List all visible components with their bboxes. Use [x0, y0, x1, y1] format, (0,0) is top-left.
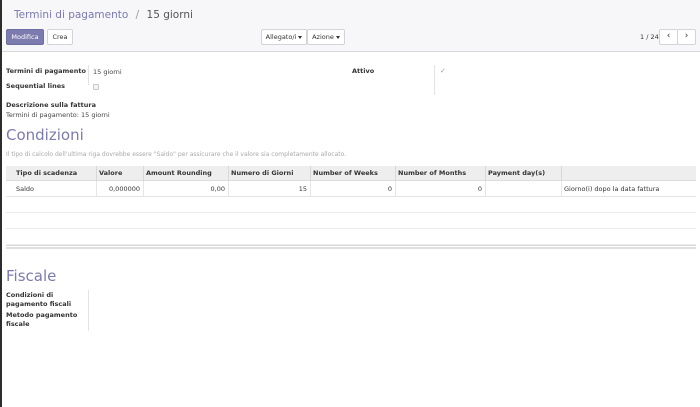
invoice-description-field[interactable]: Termini di pagamento: 15 giorni: [6, 111, 110, 119]
cell-payment-days: Giorno(i) dopo la data fattura: [564, 185, 660, 193]
column-divider: [561, 181, 562, 197]
active-checkbox[interactable]: ✓: [440, 68, 446, 75]
invoice-description-label: Descrizione sulla fattura: [6, 101, 96, 109]
sequential-lines-checkbox[interactable]: [93, 84, 99, 90]
sequential-lines-label: Sequential lines: [6, 82, 65, 90]
attachments-label: Allegato/i: [265, 33, 297, 41]
payment-term-name-label: Termini di pagamento: [6, 67, 86, 75]
column-divider: [561, 166, 562, 181]
column-divider: [143, 166, 144, 181]
field-divider: [434, 65, 435, 95]
column-header-months[interactable]: Number of Months: [398, 169, 466, 177]
action-dropdown[interactable]: Azione: [307, 29, 345, 45]
pager-value[interactable]: 1 / 24: [640, 33, 659, 41]
table-row[interactable]: Saldo 0,000000 0,00 15 0 0 Giorno(i) dop…: [6, 181, 696, 197]
payment-term-name-field[interactable]: 15 giorni: [93, 68, 122, 76]
fiscal-section-title: Fiscale: [6, 267, 57, 285]
column-divider: [96, 166, 97, 181]
breadcrumb: Termini di pagamento / 15 giorni: [14, 9, 193, 21]
fiscal-payment-method-label: Metodo pagamento fiscale: [6, 311, 78, 328]
edit-button[interactable]: Modifica: [6, 29, 44, 45]
cell-months: 0: [477, 185, 482, 193]
column-header-weeks[interactable]: Number of Weeks: [313, 169, 378, 177]
chevron-right-icon: ›: [684, 31, 689, 41]
empty-table-row: [6, 213, 696, 229]
column-divider: [395, 166, 396, 181]
cell-value: 0,000000: [108, 185, 140, 193]
cell-rounding: 0,00: [210, 185, 225, 193]
empty-table-row: [6, 197, 696, 213]
column-divider: [143, 181, 144, 197]
conditions-hint: Il tipo di calcolo dell'ultima riga dovr…: [6, 151, 347, 158]
breadcrumb-current: 15 giorni: [146, 9, 193, 21]
chevron-left-icon: ‹: [666, 31, 671, 41]
pager-previous-button[interactable]: ‹: [659, 29, 678, 45]
empty-table-row: [6, 229, 696, 245]
conditions-table: Tipo di scadenza Valore Amount Rounding …: [6, 166, 696, 249]
breadcrumb-parent-link[interactable]: Termini di pagamento: [14, 9, 128, 21]
column-divider: [485, 181, 486, 197]
chevron-down-icon: [335, 35, 340, 39]
action-label: Azione: [312, 33, 334, 41]
cell-days: 15: [298, 185, 307, 193]
chevron-down-icon: [298, 35, 303, 39]
create-button[interactable]: Crea: [47, 29, 73, 45]
fiscal-payment-terms-label: Condizioni di pagamento fiscali: [6, 291, 72, 308]
column-header-days[interactable]: Numero di Giorni: [231, 169, 293, 177]
column-divider: [228, 166, 229, 181]
cell-weeks: 0: [387, 185, 392, 193]
control-panel: Termini di pagamento / 15 giorni Modific…: [2, 0, 700, 52]
cell-type: Saldo: [16, 185, 35, 193]
column-header-rounding[interactable]: Amount Rounding: [146, 169, 212, 177]
column-divider: [310, 181, 311, 197]
active-label: Attivo: [352, 67, 375, 75]
table-footer: [6, 245, 696, 249]
table-header: Tipo di scadenza Valore Amount Rounding …: [6, 166, 696, 181]
column-divider: [485, 166, 486, 181]
column-divider: [310, 166, 311, 181]
conditions-section-title: Condizioni: [6, 126, 84, 144]
column-divider: [395, 181, 396, 197]
column-divider: [228, 181, 229, 197]
breadcrumb-separator: /: [135, 9, 140, 21]
column-divider: [96, 181, 97, 197]
attachments-dropdown[interactable]: Allegato/i: [261, 29, 307, 45]
field-divider: [88, 65, 89, 85]
column-header-value[interactable]: Valore: [99, 169, 122, 177]
pager-next-button[interactable]: ›: [677, 29, 696, 45]
field-divider: [88, 290, 89, 331]
column-header-payment-days[interactable]: Payment day(s): [488, 169, 545, 177]
column-header-type[interactable]: Tipo di scadenza: [16, 169, 77, 177]
